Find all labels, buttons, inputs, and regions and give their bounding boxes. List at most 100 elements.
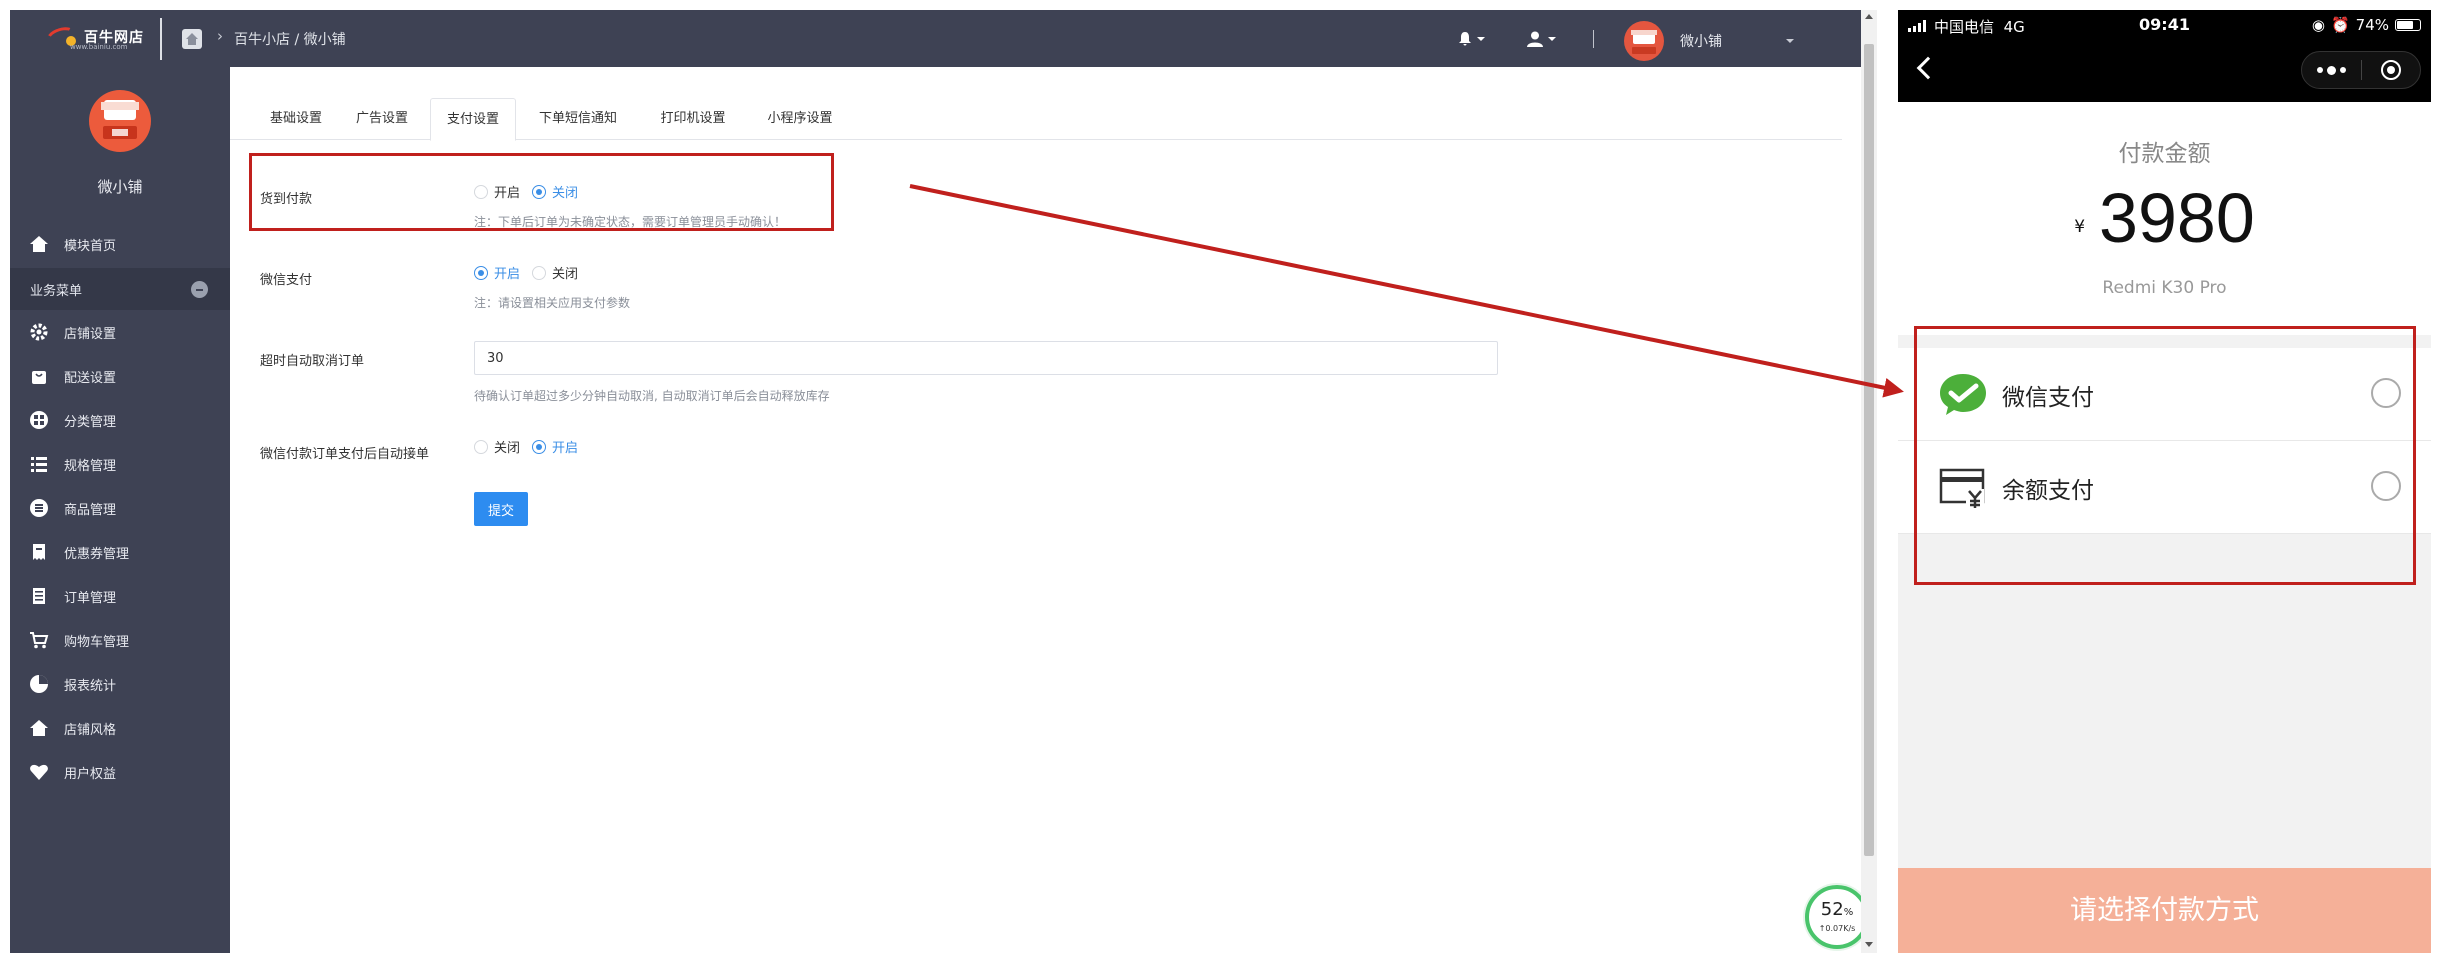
user-name[interactable]: 微小铺 [1680,31,1722,51]
sidebar-item-coupon[interactable]: 优惠券管理 [10,530,230,574]
network-speed-widget[interactable]: 52% ↑0.07K/s [1805,885,1869,949]
auto-accept-label: 微信付款订单支付后自动接单 [260,447,430,462]
cod-highlight-box [249,153,834,231]
cart-icon [28,629,50,651]
bell-icon [1459,32,1471,46]
sidebar-item-label: 商品管理 [64,502,117,518]
pie-icon [28,673,50,695]
user-menu[interactable] [1526,30,1556,48]
tab-ads[interactable]: 广告设置 [346,98,418,140]
sidebar-item-spec[interactable]: 规格管理 [10,442,230,486]
wechat-pay-off-radio[interactable] [532,265,547,280]
lock-rotation-icon: ◉ [2311,16,2325,34]
home-icon [28,717,50,739]
sidebar-item-home[interactable]: 模块首页 [10,222,230,266]
home-icon[interactable] [182,29,202,49]
auto-accept-off-radio[interactable] [474,439,488,454]
sidebar-item-label: 配送设置 [64,370,117,386]
list-icon [28,453,50,475]
wechat-pay-on-label[interactable]: 开启 [494,263,520,282]
sidebar-item-label: 报表统计 [64,678,117,694]
sidebar-item-cart[interactable]: 购物车管理 [10,618,230,662]
close-miniprogram-icon[interactable] [2362,60,2420,80]
wechat-pay-label: 微信支付 [260,273,313,288]
timeout-hint: 待确认订单超过多少分钟自动取消, 自动取消订单后会自动释放库存 [474,389,830,403]
home-icon [28,233,50,255]
sidebar-group-label: 业务菜单 [30,283,83,299]
sidebar-item-label: 优惠券管理 [64,546,130,562]
sidebar-item-delivery[interactable]: 配送设置 [10,354,230,398]
sidebar-item-label: 店铺设置 [64,326,117,342]
timeout-label: 超时自动取消订单 [260,354,365,369]
status-bar: 中国电信 4G 09:41 ◉ ⏰ 74% [1898,10,2431,44]
wechat-pay-on-radio[interactable] [474,265,488,280]
sidebar-item-category[interactable]: 分类管理 [10,398,230,442]
speed-percent: 52% [1820,899,1854,920]
sidebar-item-label: 规格管理 [64,458,117,474]
tab-basic[interactable]: 基础设置 [260,98,332,140]
product-name: Redmi K30 Pro [2102,278,2227,298]
more-icon[interactable] [2302,65,2361,75]
sidebar-item-shop-settings[interactable]: 店铺设置 [10,310,230,354]
battery-icon [2395,19,2421,31]
select-payment-button[interactable]: 请选择付款方式 [1898,868,2431,953]
top-bar: 百牛网店 www.bainiu.com › 百牛小店 / 微小铺 微小铺 [10,10,1871,67]
gear-icon [28,321,50,343]
collapse-icon[interactable] [191,281,208,298]
user-icon [1527,31,1543,47]
sidebar-item-style[interactable]: 店铺风格 [10,706,230,750]
wechat-pay-hint: 注：请设置相关应用支付参数 [474,296,631,310]
wechat-pay-radio-group: 开启 关闭 [474,263,584,282]
tab-sms[interactable]: 下单短信通知 [530,98,626,140]
scroll-up-icon[interactable] [1865,14,1873,19]
alarm-icon: ⏰ [2330,16,2350,34]
battery-status: ◉ ⏰ 74% [2312,16,2421,34]
auto-accept-radio-group: 关闭 开启 [474,437,584,456]
payment-amount: ¥3980 [1898,178,2431,258]
sidebar-item-label: 分类管理 [64,414,117,430]
sidebar: 微小铺 模块首页 业务菜单 店铺设置 配送设置 分类管理 规格管理 商品管理 优… [10,67,230,953]
mini-program-nav [1898,44,2431,102]
payment-title: 付款金额 [2118,141,2211,167]
sidebar-item-label: 模块首页 [64,238,117,254]
scrollbar-thumb[interactable] [1864,44,1874,856]
scroll-down-icon[interactable] [1865,942,1873,947]
wechat-pay-off-label[interactable]: 关闭 [552,263,578,282]
chevron-down-icon [1477,37,1485,41]
phone-screen: 中国电信 4G 09:41 ◉ ⏰ 74% 付款金额 ¥3980 Redmi K… [1898,10,2431,953]
sidebar-item-label: 用户权益 [64,766,117,782]
sidebar-item-label: 订单管理 [64,590,117,606]
order-icon [28,585,50,607]
sidebar-group-header[interactable]: 业务菜单 [10,268,230,310]
capsule-menu [2301,51,2421,89]
coupon-icon [28,541,50,563]
topbar-divider-2 [1593,30,1594,48]
breadcrumb[interactable]: 百牛小店 / 微小铺 [234,29,346,49]
auto-accept-off-label[interactable]: 关闭 [494,437,520,456]
page-scrollbar[interactable] [1861,10,1877,953]
bag-icon [28,365,50,387]
sidebar-item-report[interactable]: 报表统计 [10,662,230,706]
tab-payment[interactable]: 支付设置 [430,98,516,141]
auto-accept-on-radio[interactable] [532,439,547,454]
payment-summary: 付款金额 ¥3980 Redmi K30 Pro [1898,102,2431,335]
back-icon[interactable] [1916,56,1940,80]
currency-symbol: ¥ [2074,217,2086,237]
sidebar-item-goods[interactable]: 商品管理 [10,486,230,530]
submit-button[interactable]: 提交 [474,492,528,526]
tab-printer[interactable]: 打印机设置 [650,98,736,140]
auto-accept-on-label[interactable]: 开启 [552,437,578,456]
sidebar-item-label: 购物车管理 [64,634,130,650]
breadcrumb-separator-icon: › [217,27,223,45]
tab-miniapp[interactable]: 小程序设置 [754,98,846,140]
notification-menu[interactable] [1457,31,1485,47]
chevron-down-icon[interactable] [1786,39,1794,43]
avatar[interactable] [1624,21,1664,61]
sidebar-item-orders[interactable]: 订单管理 [10,574,230,618]
shop-name: 微小铺 [97,178,143,196]
goods-icon [28,497,50,519]
sidebar-item-rights[interactable]: 用户权益 [10,750,230,794]
battery-percent: 74% [2355,16,2389,34]
payment-methods-highlight-box [1914,326,2416,585]
timeout-input[interactable] [474,341,1498,375]
